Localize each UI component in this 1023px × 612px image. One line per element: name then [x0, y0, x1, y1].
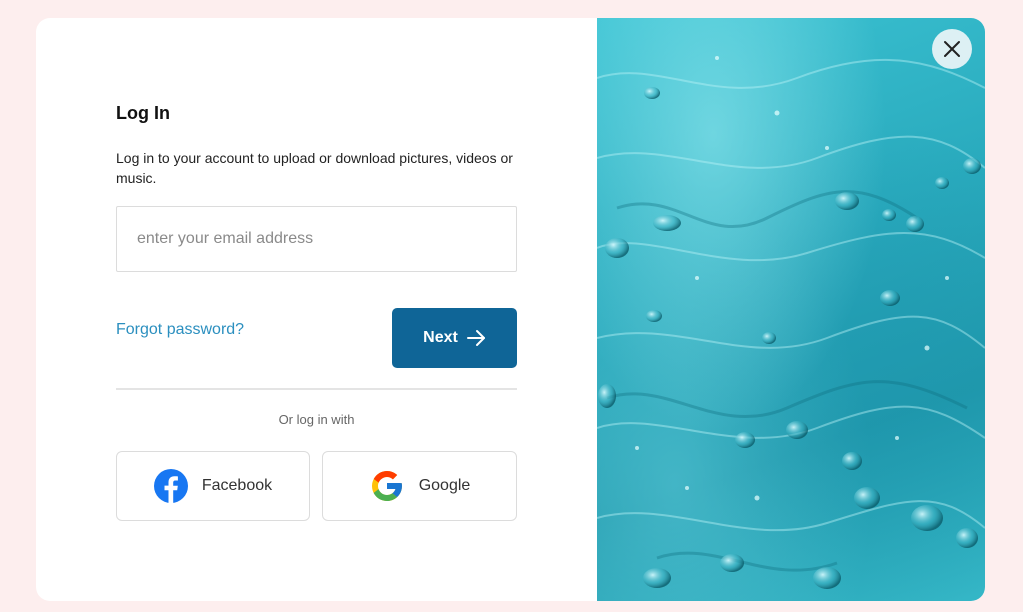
- water-surface-image: [597, 18, 985, 601]
- close-button[interactable]: [932, 29, 972, 69]
- divider: [116, 388, 517, 390]
- facebook-icon: [153, 469, 188, 503]
- login-title: Log In: [116, 103, 170, 123]
- or-login-with-text: Or log in with: [278, 412, 355, 427]
- next-button[interactable]: Next: [392, 308, 517, 368]
- close-icon: [944, 41, 960, 57]
- login-form-panel: Log In Log in to your account to upload …: [36, 18, 597, 601]
- login-subtitle: Log in to your account to upload or down…: [116, 150, 513, 186]
- facebook-label: Facebook: [201, 477, 273, 494]
- email-input[interactable]: [116, 206, 517, 272]
- facebook-login-button[interactable]: Facebook: [116, 451, 310, 521]
- google-icon: [369, 468, 405, 504]
- google-label: Google: [418, 477, 471, 494]
- next-button-label: Next: [423, 329, 458, 346]
- google-login-button[interactable]: Google: [322, 451, 517, 521]
- water-texture: [597, 56, 985, 589]
- arrow-right-icon: [466, 330, 485, 346]
- forgot-password-link[interactable]: Forgot password?: [116, 321, 244, 339]
- login-modal: Log In Log in to your account to upload …: [36, 18, 985, 601]
